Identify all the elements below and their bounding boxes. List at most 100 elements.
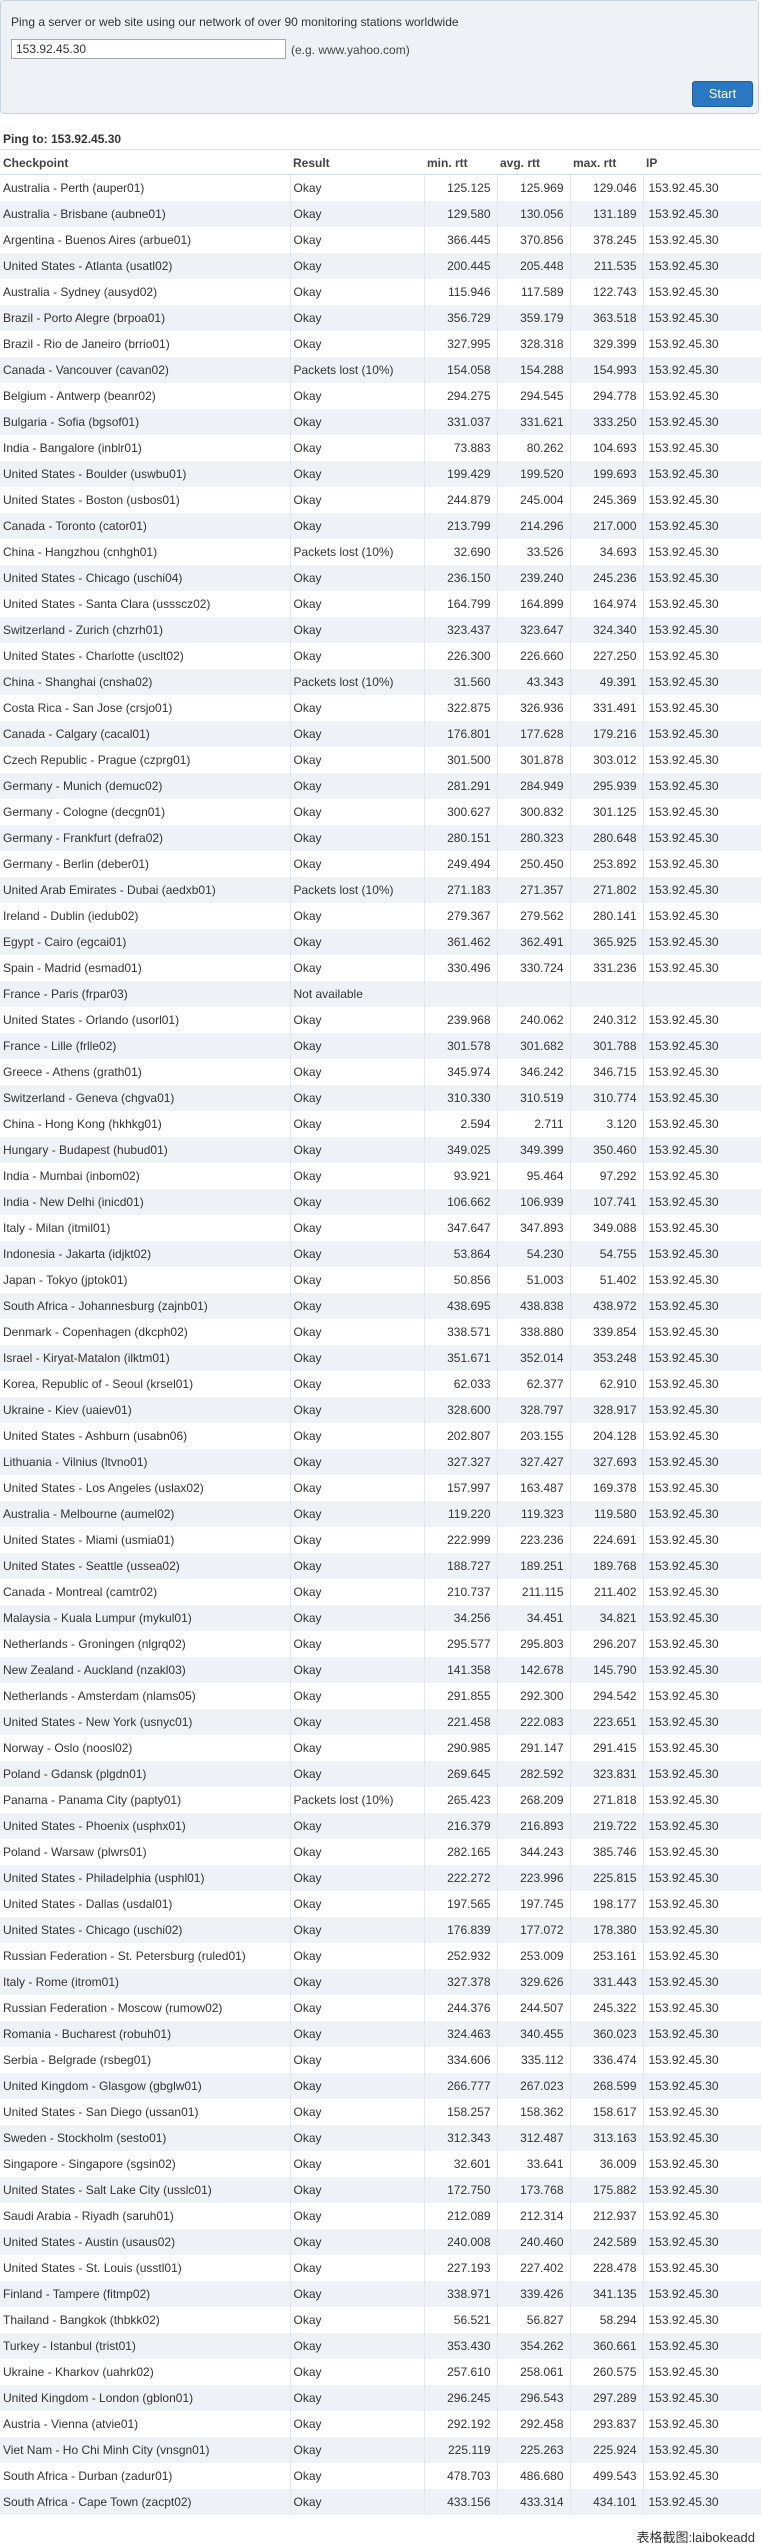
cell-max-rtt: 499.543 xyxy=(570,2463,644,2489)
cell-result: Okay xyxy=(290,1371,425,1397)
cell-max-rtt: 62.910 xyxy=(570,1371,644,1397)
cell-ip: 153.92.45.30 xyxy=(648,1949,719,1963)
cell-ip: 153.92.45.30 xyxy=(643,1345,761,1371)
table-row: United States - Orlando (usorl01) Okay 239… xyxy=(0,1007,761,1033)
cell-avg-rtt: 347.893 xyxy=(497,1215,571,1241)
cell-ip: 153.92.45.30 xyxy=(648,441,719,455)
table-row: Russian Federation - St. Petersburg (rul… xyxy=(0,1943,761,1969)
cell-ip: 153.92.45.30 xyxy=(643,1865,761,1891)
cell-checkpoint: Costa Rica - San Jose (crsjo01) xyxy=(0,695,291,721)
cell-max-rtt: 240.312 xyxy=(570,1007,644,1033)
ping-form-panel: Ping a server or web site using our netw… xyxy=(0,0,759,114)
cell-max-rtt: 227.250 xyxy=(570,643,644,669)
cell-min-rtt: 34.256 xyxy=(424,1605,498,1631)
table-row: Poland - Warsaw (plwrs01) Okay 282.165 344.… xyxy=(0,1839,761,1865)
cell-result: Okay xyxy=(290,1345,425,1371)
cell-checkpoint: Germany - Cologne (decgn01) xyxy=(0,799,291,825)
table-row: Brazil - Rio de Janeiro (brrio01) Okay 327… xyxy=(0,331,761,357)
cell-ip: 153.92.45.30 xyxy=(643,2229,761,2255)
cell-ip: 153.92.45.30 xyxy=(648,1897,719,1911)
cell-checkpoint: Romania - Bucharest (robuh01) xyxy=(0,2021,291,2047)
cell-min-rtt: 157.997 xyxy=(424,1475,498,1501)
cell-min-rtt: 347.647 xyxy=(424,1215,498,1241)
cell-avg-rtt: 349.399 xyxy=(497,1137,571,1163)
cell-max-rtt: 331.491 xyxy=(570,695,644,721)
cell-checkpoint: Bulgaria - Sofia (bgsof01) xyxy=(0,409,291,435)
cell-checkpoint: New Zealand - Auckland (nzakl03) xyxy=(0,1657,291,1683)
cell-max-rtt: 271.818 xyxy=(570,1787,644,1813)
cell-min-rtt: 356.729 xyxy=(424,305,498,331)
table-row: United States - Austin (usaus02) Okay 240.… xyxy=(0,2229,761,2255)
cell-ip xyxy=(643,981,761,1007)
cell-max-rtt: 291.415 xyxy=(570,1735,644,1761)
cell-avg-rtt: 354.262 xyxy=(497,2333,571,2359)
table-row: Italy - Milan (itmil01) Okay 347.647 347.89… xyxy=(0,1215,761,1241)
cell-min-rtt: 141.358 xyxy=(424,1657,498,1683)
table-row: Israel - Kiryat-Matalon (ilktm01) Okay 351… xyxy=(0,1345,761,1371)
table-row: South Africa - Johannesburg (zajnb01) Oka… xyxy=(0,1293,761,1319)
cell-max-rtt: 245.322 xyxy=(570,1995,644,2021)
cell-min-rtt: 290.985 xyxy=(424,1735,498,1761)
table-row: Austria - Vienna (atvie01) Okay 292.192 292… xyxy=(0,2411,761,2437)
cell-max-rtt: 360.023 xyxy=(570,2021,644,2047)
cell-checkpoint: Germany - Berlin (deber01) xyxy=(0,851,291,877)
cell-min-rtt: 312.343 xyxy=(424,2125,498,2151)
cell-avg-rtt: 328.797 xyxy=(497,1397,571,1423)
cell-max-rtt: 245.236 xyxy=(570,565,644,591)
table-row: Ireland - Dublin (iedub02) Okay 279.367 279… xyxy=(0,903,761,929)
table-row: United States - Philadelphia (usphl01) Ok… xyxy=(0,1865,761,1891)
table-row: Switzerland - Zurich (chzrh01) Okay 323.43… xyxy=(0,617,761,643)
cell-min-rtt: 296.245 xyxy=(424,2385,498,2411)
cell-min-rtt xyxy=(424,981,498,1007)
table-row: Brazil - Porto Alegre (brpoa01) Okay 356.7… xyxy=(0,305,761,331)
cell-max-rtt: 242.589 xyxy=(570,2229,644,2255)
cell-max-rtt: 51.402 xyxy=(570,1267,644,1293)
table-row: Turkey - Istanbul (trist01) Okay 353.430 35… xyxy=(0,2333,761,2359)
table-row: Australia - Brisbane (aubne01) Okay 129.58… xyxy=(0,201,761,227)
cell-ip: 153.92.45.30 xyxy=(648,1741,719,1755)
cell-result: Okay xyxy=(290,1579,425,1605)
start-button[interactable]: Start xyxy=(692,81,753,107)
cell-result: Okay xyxy=(290,487,425,513)
cell-ip: 153.92.45.30 xyxy=(648,1169,719,1183)
cell-result: Okay xyxy=(290,1449,425,1475)
cell-checkpoint: Australia - Sydney (ausyd02) xyxy=(0,279,291,305)
cell-ip: 153.92.45.30 xyxy=(648,1013,719,1027)
cell-min-rtt: 236.150 xyxy=(424,565,498,591)
cell-result: Okay xyxy=(290,383,425,409)
cell-avg-rtt: 214.296 xyxy=(497,513,571,539)
cell-min-rtt: 73.883 xyxy=(424,435,498,461)
cell-avg-rtt: 223.236 xyxy=(497,1527,571,1553)
cell-result: Okay xyxy=(290,409,425,435)
cell-ip: 153.92.45.30 xyxy=(648,337,719,351)
cell-result: Okay xyxy=(290,1813,425,1839)
cell-max-rtt: 253.161 xyxy=(570,1943,644,1969)
cell-max-rtt: 219.722 xyxy=(570,1813,644,1839)
cell-result: Okay xyxy=(290,2151,425,2177)
cell-max-rtt: 280.648 xyxy=(570,825,644,851)
cell-max-rtt: 154.993 xyxy=(570,357,644,383)
cell-checkpoint: Israel - Kiryat-Matalon (ilktm01) xyxy=(0,1345,291,1371)
cell-result: Okay xyxy=(290,799,425,825)
cell-checkpoint: Malaysia - Kuala Lumpur (mykul01) xyxy=(0,1605,291,1631)
cell-avg-rtt: 211.115 xyxy=(497,1579,571,1605)
cell-ip: 153.92.45.30 xyxy=(643,409,761,435)
cell-checkpoint: United States - Orlando (usorl01) xyxy=(0,1007,291,1033)
cell-result: Okay xyxy=(290,279,425,305)
cell-result: Okay xyxy=(290,1423,425,1449)
cell-ip: 153.92.45.30 xyxy=(648,1585,719,1599)
column-header-avg-rtt: avg. rtt xyxy=(497,152,570,175)
host-input[interactable] xyxy=(11,39,286,59)
cell-ip: 153.92.45.30 xyxy=(643,669,761,695)
cell-ip: 153.92.45.30 xyxy=(648,233,719,247)
cell-checkpoint: Poland - Gdansk (plgdn01) xyxy=(0,1761,291,1787)
cell-result: Okay xyxy=(290,2385,425,2411)
cell-min-rtt: 164.799 xyxy=(424,591,498,617)
cell-max-rtt: 145.790 xyxy=(570,1657,644,1683)
cell-min-rtt: 330.496 xyxy=(424,955,498,981)
cell-result: Okay xyxy=(290,2307,425,2333)
cell-avg-rtt: 433.314 xyxy=(497,2489,571,2515)
cell-result: Okay xyxy=(290,955,425,981)
table-row: Hungary - Budapest (hubud01) Okay 349.025 3… xyxy=(0,1137,761,1163)
cell-checkpoint: France - Paris (frpar03) xyxy=(0,981,291,1007)
